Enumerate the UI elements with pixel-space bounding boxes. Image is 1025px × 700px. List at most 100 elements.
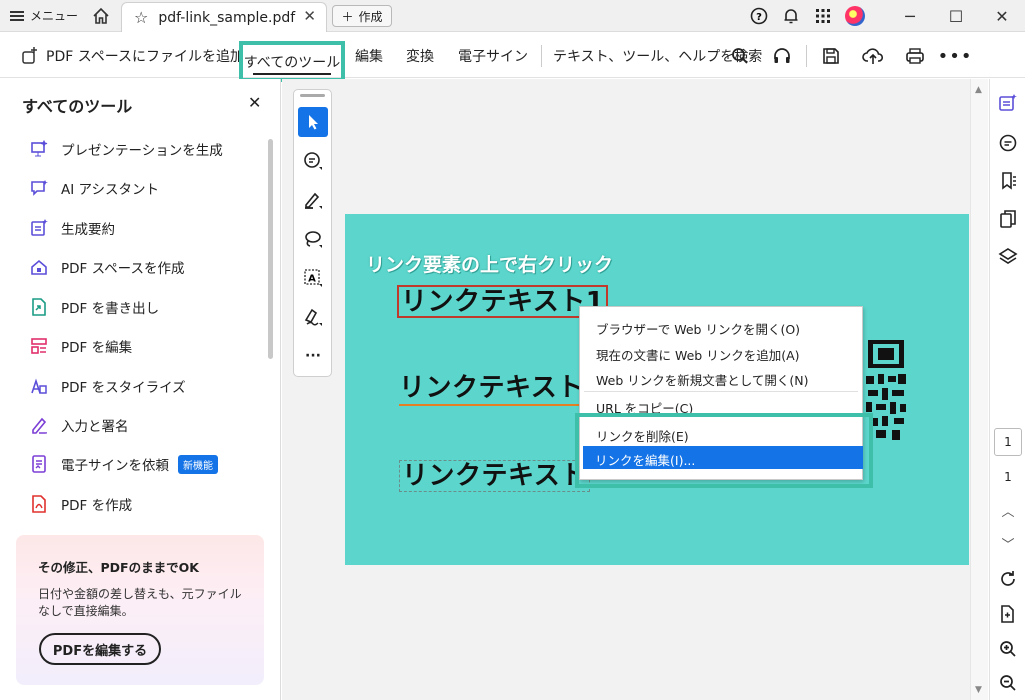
- all-tools-panel: すべてのツール ✕ プレゼンテーションを生成 AI アシスタント 生成要約 PD…: [0, 79, 281, 700]
- promo-heading: その修正、PDFのままでOK: [38, 560, 199, 575]
- quick-tools-bar: A ···: [293, 89, 332, 377]
- highlight-tool-button[interactable]: [298, 185, 328, 215]
- svg-text:A: A: [308, 274, 316, 285]
- plus-icon: ＋: [341, 9, 354, 24]
- edit-pdf-promo-button[interactable]: PDFを編集する: [39, 633, 161, 665]
- signature-icon: [304, 308, 322, 326]
- more-tools-icon[interactable]: ···: [298, 341, 328, 371]
- menu-button[interactable]: メニュー: [10, 7, 78, 24]
- close-panel-icon[interactable]: ✕: [248, 93, 261, 112]
- tab-title: pdf-link_sample.pdf: [158, 9, 296, 26]
- previous-page-icon[interactable]: ︿: [990, 501, 1025, 520]
- avatar: [845, 6, 865, 26]
- more-icon[interactable]: •••: [938, 43, 972, 69]
- scroll-up-arrow-icon[interactable]: ▲: [975, 85, 982, 95]
- ai-generate-icon[interactable]: [998, 93, 1018, 113]
- tab-convert[interactable]: 変換: [406, 46, 434, 66]
- link-text-2[interactable]: リンクテキスト: [399, 372, 584, 406]
- link-text-3[interactable]: リンクテキスト: [399, 460, 590, 492]
- star-icon[interactable]: ☆: [134, 8, 148, 27]
- new-button[interactable]: ＋ 作成: [332, 5, 392, 27]
- maximize-icon[interactable]: ☐: [933, 0, 979, 32]
- lasso-icon: [305, 231, 322, 248]
- text-tool-button[interactable]: A: [298, 263, 328, 293]
- scroll-down-arrow-icon[interactable]: ▼: [975, 685, 982, 695]
- layers-icon[interactable]: [998, 247, 1018, 267]
- ai-assistant-icon: [31, 180, 48, 196]
- pages-icon[interactable]: [998, 209, 1018, 229]
- panel-scrollbar[interactable]: [268, 139, 273, 359]
- tool-label: 電子サインを依頼: [61, 458, 169, 474]
- main-toolbar: PDF スペースにファイルを追加 すべてのツール 編集 変換 電子サイン テキス…: [0, 33, 1025, 82]
- tab-edit[interactable]: 編集: [355, 46, 383, 66]
- tab-all-tools-label: すべてのツール: [243, 54, 341, 71]
- help-icon[interactable]: ?: [743, 0, 775, 32]
- edit-pdf-icon: [31, 338, 47, 354]
- tool-label: PDF を編集: [61, 340, 133, 356]
- active-tab-underline: [253, 73, 331, 75]
- page-settings-icon[interactable]: [998, 604, 1018, 624]
- tab-all-tools[interactable]: すべてのツール: [239, 41, 345, 82]
- menu-open-link-new-document[interactable]: Web リンクを新規文書として開く(N): [596, 370, 808, 389]
- bookmark-icon[interactable]: [998, 171, 1018, 191]
- tool-create-pdf[interactable]: PDF を作成: [30, 494, 132, 514]
- apps-grid-icon[interactable]: [807, 0, 839, 32]
- home-icon[interactable]: [91, 6, 111, 26]
- tool-label: 入力と署名: [61, 419, 129, 435]
- tool-edit-pdf[interactable]: PDF を編集: [30, 336, 132, 356]
- new-feature-badge: 新機能: [178, 454, 218, 474]
- divider: [806, 45, 807, 67]
- page-caption: リンク要素の上で右クリック: [366, 254, 614, 276]
- tool-label: プレゼンテーションを生成: [61, 143, 223, 159]
- user-avatar[interactable]: [839, 0, 871, 32]
- comments-panel-icon[interactable]: [998, 133, 1018, 153]
- text-box-icon: A: [304, 269, 322, 287]
- next-page-icon[interactable]: ﹀: [990, 534, 1025, 553]
- cursor-icon: [309, 115, 318, 130]
- pdf-space-icon: [31, 259, 47, 275]
- drag-handle[interactable]: [300, 94, 325, 97]
- tool-label: PDF を書き出し: [61, 301, 160, 317]
- comment-tool-button[interactable]: [298, 146, 328, 176]
- close-tab-icon[interactable]: ✕: [303, 7, 316, 25]
- create-pdf-icon: [32, 495, 46, 513]
- draw-tool-button[interactable]: [298, 224, 328, 254]
- document-scrollbar[interactable]: ▲ ▼: [970, 79, 988, 700]
- zoom-in-icon[interactable]: [998, 639, 1018, 659]
- tool-label: PDF スペースを作成: [61, 261, 185, 277]
- tool-create-pdf-space[interactable]: PDF スペースを作成: [30, 257, 184, 277]
- minimize-icon[interactable]: ─: [887, 0, 933, 32]
- fill-sign-icon: [32, 417, 47, 434]
- request-esign-icon: [32, 455, 46, 473]
- tool-stylize-pdf[interactable]: PDF をスタイライズ: [30, 376, 186, 396]
- bell-icon[interactable]: [775, 0, 807, 32]
- tool-fill-and-sign[interactable]: 入力と署名: [30, 415, 129, 435]
- current-page-input[interactable]: 1: [994, 428, 1022, 456]
- tool-generative-summary[interactable]: 生成要約: [30, 218, 115, 238]
- divider: [541, 45, 542, 67]
- print-icon[interactable]: [902, 43, 928, 69]
- rotate-icon[interactable]: [998, 569, 1018, 589]
- stylize-icon: [31, 378, 47, 394]
- new-button-label: 作成: [358, 9, 383, 24]
- tool-generate-presentation[interactable]: プレゼンテーションを生成: [30, 139, 223, 159]
- tool-request-esign[interactable]: 電子サインを依頼 新機能: [30, 454, 218, 474]
- save-icon[interactable]: [818, 43, 844, 69]
- link-text-1[interactable]: リンクテキスト1: [397, 285, 609, 318]
- select-tool-button[interactable]: [298, 107, 328, 137]
- tool-label: 生成要約: [61, 222, 115, 238]
- zoom-out-icon[interactable]: [998, 673, 1018, 693]
- tool-export-pdf[interactable]: PDF を書き出し: [30, 297, 159, 317]
- menu-open-link-in-browser[interactable]: ブラウザーで Web リンクを開く(O): [596, 319, 800, 338]
- document-tab[interactable]: ☆ pdf-link_sample.pdf ✕: [121, 2, 327, 32]
- search-icon[interactable]: [727, 43, 753, 69]
- sign-tool-button[interactable]: [298, 302, 328, 332]
- cloud-upload-icon[interactable]: [860, 43, 886, 69]
- tab-esign[interactable]: 電子サイン: [458, 46, 528, 66]
- headphones-icon[interactable]: [769, 43, 795, 69]
- add-to-space-button[interactable]: PDF スペースにファイルを追加: [20, 46, 244, 66]
- tool-label: AI アシスタント: [61, 182, 159, 198]
- close-window-icon[interactable]: ✕: [979, 0, 1025, 32]
- tool-ai-assistant[interactable]: AI アシスタント: [30, 178, 159, 198]
- menu-add-web-link[interactable]: 現在の文書に Web リンクを追加(A): [596, 345, 800, 364]
